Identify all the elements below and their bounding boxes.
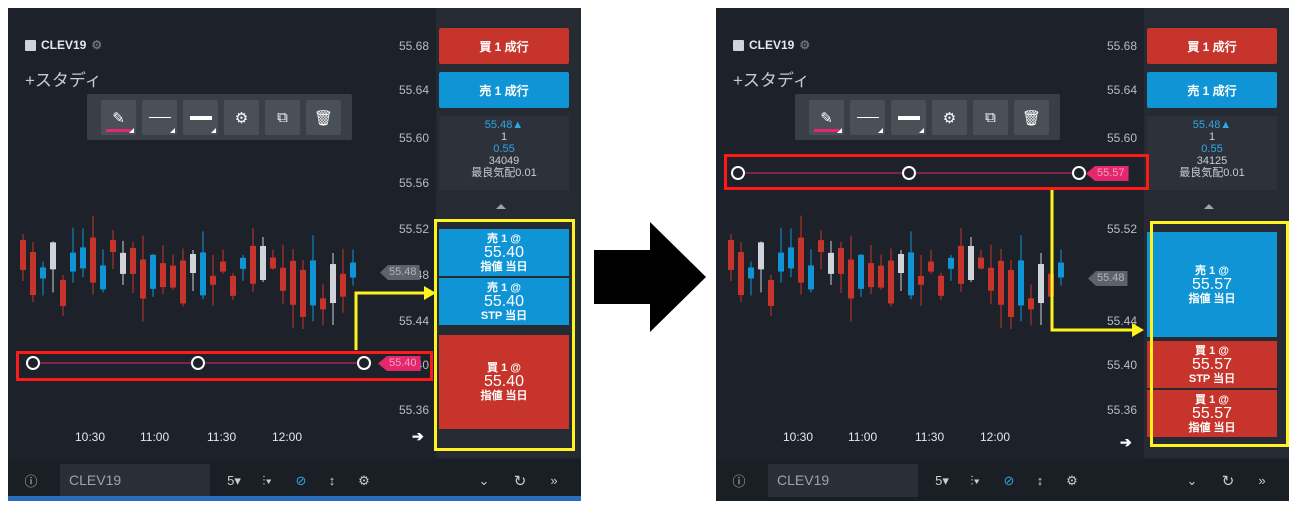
candles-icon[interactable]: ⫶▾ bbox=[962, 460, 988, 501]
symbol-input[interactable]: CLEV19 bbox=[768, 464, 918, 497]
info-icon[interactable]: ⓘ bbox=[724, 460, 754, 501]
price-tick: 55.36 bbox=[398, 403, 429, 417]
interval-select[interactable]: 5▾ bbox=[221, 460, 247, 501]
price-tick: 55.40 bbox=[1106, 358, 1137, 372]
time-tick: 11:30 bbox=[915, 430, 945, 444]
last-price: 55.48▲ bbox=[1192, 119, 1232, 131]
scroll-up-icon[interactable] bbox=[496, 204, 506, 209]
price-tick: 55.60 bbox=[1106, 131, 1137, 145]
drawn-horizontal-line[interactable] bbox=[716, 8, 1141, 458]
price-tick: 55.56 bbox=[398, 176, 429, 190]
price-change: 0.55 bbox=[493, 143, 515, 155]
scroll-right-icon[interactable]: ➔ bbox=[1120, 434, 1132, 451]
price-tick: 55.36 bbox=[1106, 403, 1137, 417]
price-axis[interactable]: 55.68 55.64 55.60 55.56 55.52 55.48 55.4… bbox=[388, 8, 433, 458]
time-tick: 10:30 bbox=[783, 430, 814, 444]
chart-bottom-bar: ⓘ CLEV19 5▾ ⫶▾ ⊘ ↕ ⚙ ⌄ ↻ » bbox=[8, 460, 581, 501]
sell-market-button[interactable]: 売 1 成行 bbox=[439, 72, 569, 108]
highlight-drawn-line bbox=[16, 351, 433, 381]
scroll-right-icon[interactable]: ➔ bbox=[412, 428, 424, 445]
scroll-up-icon[interactable] bbox=[1204, 204, 1214, 209]
interval-select[interactable]: 5▾ bbox=[929, 460, 955, 501]
more-icon[interactable]: » bbox=[1249, 460, 1275, 501]
gear-icon[interactable]: ⚙ bbox=[351, 460, 377, 501]
price-tick: 55.44 bbox=[398, 314, 429, 328]
more-icon[interactable]: » bbox=[541, 460, 567, 501]
collapse-chevron[interactable]: ⌄ bbox=[471, 460, 497, 501]
quote-info: 55.48▲ 1 0.55 34125 最良気配0.01 bbox=[1147, 116, 1277, 190]
chart-panel-before: CLEV19 ⚙ +スタディ ✎ ⚙ ⧉ 🗑 55.68 55.64 55.60… bbox=[8, 8, 581, 501]
price-tick: 55.64 bbox=[398, 83, 429, 97]
quote-info: 55.48▲ 1 0.55 34049 最良気配0.01 bbox=[439, 116, 569, 190]
last-qty: 1 bbox=[1208, 131, 1216, 143]
price-tick: 55.44 bbox=[1106, 314, 1137, 328]
buy-market-button[interactable]: 買 1 成行 bbox=[1147, 28, 1277, 64]
chart-area[interactable]: CLEV19 ⚙ +スタディ ✎ ⚙ ⧉ 🗑 bbox=[8, 8, 433, 458]
info-icon[interactable]: ⓘ bbox=[16, 460, 46, 501]
price-axis[interactable]: 55.68 55.64 55.60 55.52 55.44 55.40 55.3… bbox=[1096, 8, 1141, 458]
last-qty: 1 bbox=[500, 131, 508, 143]
candles-icon[interactable]: ⫶▾ bbox=[254, 460, 280, 501]
tick-size: 最良気配0.01 bbox=[471, 167, 537, 179]
volume: 34049 bbox=[488, 155, 520, 167]
time-tick: 11:00 bbox=[848, 430, 878, 444]
price-tick: 55.52 bbox=[398, 222, 429, 236]
vertical-arrows-icon[interactable]: ↕ bbox=[1027, 460, 1053, 501]
last-price-tag: 55.48 bbox=[1088, 271, 1128, 286]
volume: 34125 bbox=[1196, 155, 1228, 167]
vertical-arrows-icon[interactable]: ↕ bbox=[319, 460, 345, 501]
price-change: 0.55 bbox=[1201, 143, 1223, 155]
time-tick: 12:00 bbox=[272, 430, 303, 444]
eye-icon[interactable]: ⊘ bbox=[288, 460, 314, 501]
highlight-orders bbox=[434, 219, 575, 451]
refresh-icon[interactable]: ↻ bbox=[507, 460, 533, 501]
drawn-horizontal-line[interactable] bbox=[8, 8, 433, 458]
price-tick: 55.52 bbox=[1106, 222, 1137, 236]
tick-size: 最良気配0.01 bbox=[1179, 167, 1245, 179]
highlight-orders bbox=[1150, 221, 1289, 447]
time-tick: 10:30 bbox=[75, 430, 106, 444]
time-tick: 12:00 bbox=[980, 430, 1011, 444]
time-tick: 11:00 bbox=[140, 430, 170, 444]
last-price-tag: 55.48 bbox=[380, 265, 420, 280]
last-price: 55.48▲ bbox=[484, 119, 524, 131]
transition-arrow-icon bbox=[594, 222, 706, 332]
sell-market-button[interactable]: 売 1 成行 bbox=[1147, 72, 1277, 108]
buy-market-button[interactable]: 買 1 成行 bbox=[439, 28, 569, 64]
price-tick: 55.68 bbox=[398, 39, 429, 53]
price-tick: 55.64 bbox=[1106, 83, 1137, 97]
chart-panel-after: CLEV19 ⚙ +スタディ ✎ ⚙ ⧉ 🗑 55.68 55.64 55.60… bbox=[716, 8, 1289, 501]
eye-icon[interactable]: ⊘ bbox=[996, 460, 1022, 501]
chart-bottom-bar: ⓘ CLEV19 5▾ ⫶▾ ⊘ ↕ ⚙ ⌄ ↻ » bbox=[716, 460, 1289, 501]
panel-bottom-strip bbox=[8, 496, 581, 501]
time-tick: 11:30 bbox=[207, 430, 237, 444]
refresh-icon[interactable]: ↻ bbox=[1215, 460, 1241, 501]
symbol-input[interactable]: CLEV19 bbox=[60, 464, 210, 497]
price-tick: 55.60 bbox=[398, 131, 429, 145]
highlight-drawn-line bbox=[724, 154, 1149, 190]
collapse-chevron[interactable]: ⌄ bbox=[1179, 460, 1205, 501]
price-tick: 55.68 bbox=[1106, 39, 1137, 53]
gear-icon[interactable]: ⚙ bbox=[1059, 460, 1085, 501]
chart-area[interactable]: CLEV19 ⚙ +スタディ ✎ ⚙ ⧉ 🗑 bbox=[716, 8, 1141, 458]
